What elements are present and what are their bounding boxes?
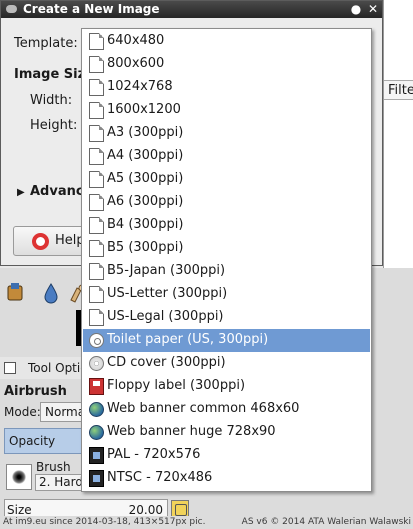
menu-item-label: Web banner huge 728x90 (107, 424, 276, 439)
globe-icon (89, 425, 104, 440)
brush-label: Brush (36, 460, 71, 474)
menu-item[interactable]: NTSC - 720x486 (83, 467, 370, 490)
app-icon (6, 5, 17, 13)
lifebuoy-icon (32, 233, 49, 250)
document-icon (89, 79, 104, 96)
tab-tool-options[interactable]: Tool Options (0, 357, 101, 379)
menu-item-label: 1024x768 (107, 79, 173, 94)
menu-item-label: Toilet paper (US, 300ppi) (107, 332, 269, 347)
menu-item-label: A4 (300ppi) (107, 148, 184, 163)
close-icon[interactable]: ✕ (366, 2, 380, 16)
floppy-icon (89, 378, 104, 395)
menu-item[interactable]: A5 (300ppi) (83, 168, 370, 191)
document-icon (89, 286, 104, 303)
menu-item-label: B5-Japan (300ppi) (107, 263, 226, 278)
menu-item-label: CD cover (300ppi) (107, 355, 226, 370)
film-icon (89, 447, 104, 464)
template-label: Template: (14, 36, 78, 51)
document-icon (89, 148, 104, 165)
menu-item[interactable]: 640x480 (83, 30, 370, 53)
blur-tool-icon[interactable] (40, 282, 62, 304)
menu-item-label: NTSC - 720x486 (107, 470, 213, 485)
size-label: Size (7, 503, 32, 517)
menu-item[interactable]: A3 (300ppi) (83, 122, 370, 145)
menu-item-label: US-Legal (300ppi) (107, 309, 224, 324)
menu-item[interactable]: PAL - 720x576 (83, 444, 370, 467)
document-icon (89, 309, 104, 326)
filter-field[interactable]: Filte (384, 80, 413, 100)
toilet-roll-icon (89, 333, 104, 348)
opacity-slider[interactable]: Opacity (4, 428, 84, 454)
size-value: 20.00 (128, 503, 163, 517)
menu-item-label: 640x480 (107, 33, 165, 48)
menu-item[interactable]: US-Letter (300ppi) (83, 283, 370, 306)
globe-icon (89, 402, 104, 417)
tool-options-icon (4, 362, 16, 374)
menu-item-label: 1600x1200 (107, 102, 181, 117)
menu-item-label: Web banner common 468x60 (107, 401, 300, 416)
menu-item-label: A5 (300ppi) (107, 171, 184, 186)
mode-select[interactable]: Normal (40, 402, 84, 422)
menu-item[interactable]: 800x600 (83, 53, 370, 76)
template-dropdown-menu: 640x480 800x600 1024x768 1600x1200 A3 (3… (81, 28, 372, 492)
film-icon (89, 470, 104, 487)
tool-name: Airbrush (4, 384, 67, 399)
document-icon (89, 33, 104, 50)
mode-label: Mode: (4, 405, 41, 419)
menu-item[interactable]: 1600x1200 (83, 99, 370, 122)
dialog-title: Create a New Image (23, 2, 160, 16)
watermark-left: At im9.eu since 2014-03-18, 413×517px pi… (3, 517, 206, 527)
brush-preview[interactable] (6, 464, 32, 490)
document-icon (89, 102, 104, 119)
menu-item[interactable]: Floppy label (300ppi) (83, 375, 370, 398)
watermark-bar: At im9.eu since 2014-03-18, 413×517px pi… (0, 516, 413, 529)
document-icon (89, 171, 104, 188)
menu-item-label: US-Letter (300ppi) (107, 286, 228, 301)
menu-item-selected[interactable]: Toilet paper (US, 300ppi) (83, 329, 370, 352)
document-icon (89, 56, 104, 73)
title-bar[interactable]: Create a New Image ● ✕ (1, 1, 382, 18)
image-size-heading: Image Size (14, 67, 84, 82)
document-icon (89, 240, 104, 257)
document-icon (89, 194, 104, 211)
menu-item[interactable]: Web banner common 468x60 (83, 398, 370, 421)
menu-item[interactable]: B4 (300ppi) (83, 214, 370, 237)
menu-item[interactable]: A4 (300ppi) (83, 145, 370, 168)
menu-item-label: 800x600 (107, 56, 165, 71)
advanced-options-expander[interactable]: Advanced Options (30, 184, 84, 199)
brush-select[interactable]: 2. Hardness 075 (35, 474, 84, 491)
clone-tool-icon[interactable] (5, 282, 27, 304)
document-icon (89, 263, 104, 280)
menu-item-label: A6 (300ppi) (107, 194, 184, 209)
menu-item-label: B5 (300ppi) (107, 240, 184, 255)
document-icon (89, 217, 104, 234)
menu-item[interactable]: Web banner huge 728x90 (83, 421, 370, 444)
menu-item[interactable]: B5-Japan (300ppi) (83, 260, 370, 283)
height-label: Height: (30, 118, 78, 133)
cd-icon (89, 356, 104, 371)
width-label: Width: (30, 93, 73, 108)
minimize-icon[interactable]: ● (349, 2, 363, 16)
background-canvas-edge (383, 0, 413, 270)
menu-item-label: PAL - 720x576 (107, 447, 201, 462)
watermark-right: AS v6 © 2014 ATA Walerian Walawski (241, 517, 411, 527)
menu-item-label: B4 (300ppi) (107, 217, 184, 232)
menu-item[interactable]: B5 (300ppi) (83, 237, 370, 260)
menu-item[interactable]: US-Legal (300ppi) (83, 306, 370, 329)
menu-item[interactable]: CD cover (300ppi) (83, 352, 370, 375)
expander-arrow-icon[interactable]: ▶ (17, 187, 25, 198)
menu-item-label: A3 (300ppi) (107, 125, 184, 140)
document-icon (89, 125, 104, 142)
menu-item-label: Floppy label (300ppi) (107, 378, 246, 393)
menu-item[interactable]: 1024x768 (83, 76, 370, 99)
menu-item[interactable]: A6 (300ppi) (83, 191, 370, 214)
